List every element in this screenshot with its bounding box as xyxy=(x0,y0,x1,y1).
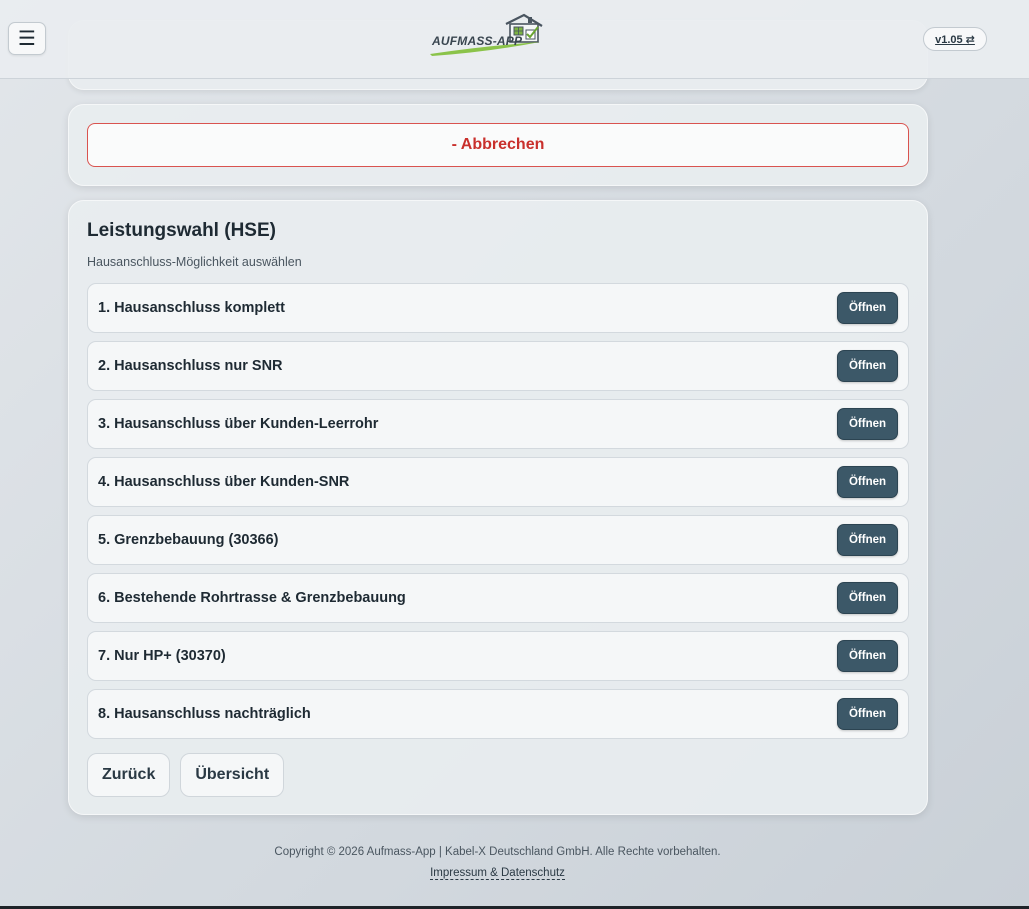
cancel-button[interactable]: - Abbrechen xyxy=(87,123,909,167)
service-selection-card: Leistungswahl (HSE) Hausanschluss-Möglic… xyxy=(68,200,928,815)
app-logo: AUFMASS-APP xyxy=(428,12,548,58)
open-button[interactable]: Öffnen xyxy=(837,524,898,556)
open-button[interactable]: Öffnen xyxy=(837,582,898,614)
open-button[interactable]: Öffnen xyxy=(837,698,898,730)
legal-link[interactable]: Impressum & Datenschutz xyxy=(430,867,565,880)
footer-copyright: Copyright © 2026 Aufmass-App | Kabel-X D… xyxy=(274,846,721,858)
option-label: 7. Nur HP+ (30370) xyxy=(98,648,226,664)
option-label: 8. Hausanschluss nachträglich xyxy=(98,706,311,722)
option-row[interactable]: 3. Hausanschluss über Kunden-Leerrohr Öf… xyxy=(87,399,909,449)
open-button[interactable]: Öffnen xyxy=(837,292,898,324)
option-label: 2. Hausanschluss nur SNR xyxy=(98,358,283,374)
version-switch-button[interactable]: v1.05 ⇄ xyxy=(923,27,987,51)
option-row[interactable]: 6. Bestehende Rohrtrasse & Grenzbebauung… xyxy=(87,573,909,623)
cancel-card: - Abbrechen xyxy=(68,104,928,186)
option-row[interactable]: 5. Grenzbebauung (30366) Öffnen xyxy=(87,515,909,565)
option-row[interactable]: 8. Hausanschluss nachträglich Öffnen xyxy=(87,689,909,739)
option-label: 1. Hausanschluss komplett xyxy=(98,300,285,316)
section-title: Leistungswahl (HSE) xyxy=(87,220,276,241)
option-row[interactable]: 4. Hausanschluss über Kunden-SNR Öffnen xyxy=(87,457,909,507)
section-subtitle: Hausanschluss-Möglichkeit auswählen xyxy=(87,255,302,269)
option-label: 6. Bestehende Rohrtrasse & Grenzbebauung xyxy=(98,590,406,606)
open-button[interactable]: Öffnen xyxy=(837,350,898,382)
option-row[interactable]: 1. Hausanschluss komplett Öffnen xyxy=(87,283,909,333)
footer-legal: Impressum & Datenschutz xyxy=(0,867,995,880)
overview-button[interactable]: Übersicht xyxy=(180,753,285,797)
logo-text: AUFMASS-APP xyxy=(432,34,523,48)
top-header: ☰ AUFMASS-APP v1.05 ⇄ xyxy=(0,0,1029,79)
option-label: 5. Grenzbebauung (30366) xyxy=(98,532,279,548)
option-list: 1. Hausanschluss komplett Öffnen 2. Haus… xyxy=(87,283,909,747)
option-label: 3. Hausanschluss über Kunden-Leerrohr xyxy=(98,416,379,432)
hamburger-menu-button[interactable]: ☰ xyxy=(8,22,46,55)
open-button[interactable]: Öffnen xyxy=(837,466,898,498)
open-button[interactable]: Öffnen xyxy=(837,408,898,440)
menu-icon: ☰ xyxy=(18,28,36,50)
option-row[interactable]: 2. Hausanschluss nur SNR Öffnen xyxy=(87,341,909,391)
back-button[interactable]: Zurück xyxy=(87,753,171,797)
open-button[interactable]: Öffnen xyxy=(837,640,898,672)
option-row[interactable]: 7. Nur HP+ (30370) Öffnen xyxy=(87,631,909,681)
nav-buttons: Zurück Übersicht xyxy=(87,753,285,797)
option-label: 4. Hausanschluss über Kunden-SNR xyxy=(98,474,350,490)
